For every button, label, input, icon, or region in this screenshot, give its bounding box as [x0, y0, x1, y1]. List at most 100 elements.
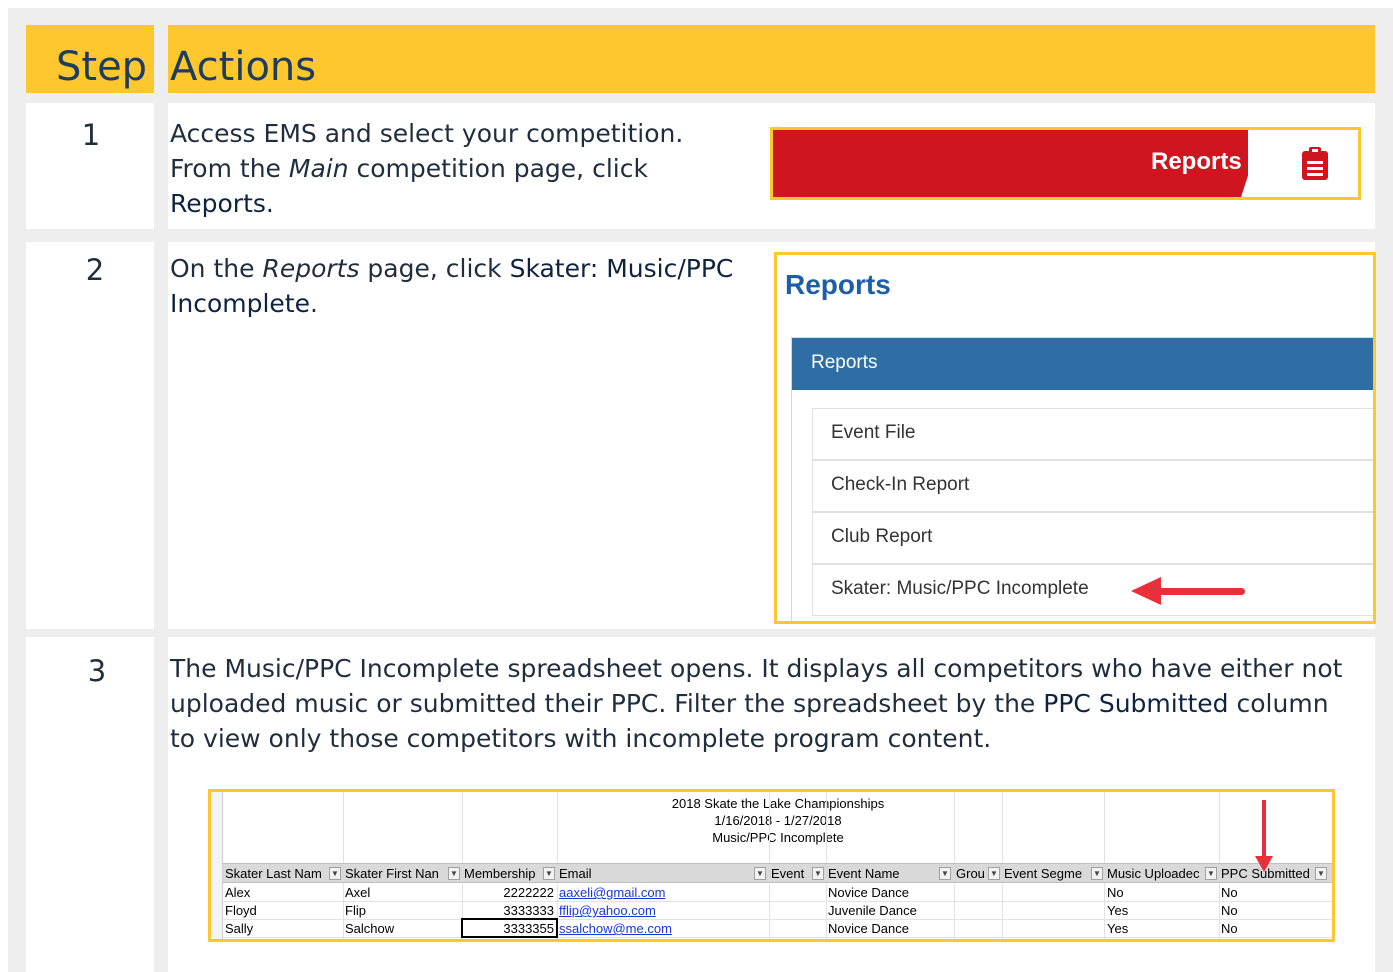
cell-event-name: Novice Dance	[828, 921, 909, 936]
row-1-italic: Main	[288, 154, 349, 183]
row-1-line-1: Access EMS and select your competition.	[170, 119, 684, 148]
cell-last-name: Floyd	[225, 903, 257, 918]
sheet-dates: 1/16/2018 - 1/27/2018	[714, 813, 842, 828]
cell-email[interactable]: ssalchow@me.com	[559, 921, 672, 936]
col-header: Music Uploadec	[1107, 866, 1200, 881]
report-link-label: Club Report	[831, 526, 933, 547]
row-2-text: On the Reports page, click Skater: Music…	[170, 251, 770, 321]
report-link-club[interactable]: Club Report	[812, 512, 1373, 564]
cell-event-name: Juvenile Dance	[828, 903, 917, 918]
row-2-bold: Skater: Music/PPC	[509, 254, 734, 283]
cell-last-name: Sally	[225, 921, 254, 936]
step-number: 1	[81, 118, 101, 152]
row-gutter	[211, 792, 223, 939]
col-header: Skater First Nan	[345, 866, 439, 881]
row-3-line-3: to view only those competitors with inco…	[170, 724, 992, 753]
col-header: Membership	[464, 866, 536, 881]
reports-page-screenshot: Reports Reports Event File Check-In Repo…	[774, 252, 1376, 624]
cell-email[interactable]: fflip@yahoo.com	[559, 903, 656, 918]
col-header: Skater Last Nam	[225, 866, 322, 881]
col-header: Event Segme	[1004, 866, 1083, 881]
cell-music-uploaded: No	[1107, 885, 1124, 900]
filter-dropdown-icon[interactable]: ▼	[329, 867, 341, 880]
report-link-check-in[interactable]: Check-In Report	[812, 460, 1373, 512]
row-3-line-2: uploaded music or submitted their PPC. F…	[170, 686, 1370, 721]
down-arrow-icon	[1262, 800, 1266, 860]
header-actions-cell: Actions	[168, 25, 1375, 93]
sheet-subtitle: Music/PPC Incomplete	[712, 830, 844, 845]
down-arrow-head-icon	[1255, 856, 1273, 872]
row-2-italic: Reports	[262, 254, 360, 283]
row-2-text-part: .	[310, 289, 318, 318]
filter-dropdown-icon[interactable]: ▼	[812, 867, 824, 880]
cell-membership: 3333333	[503, 903, 554, 918]
cell-ppc-submitted: No	[1221, 921, 1238, 936]
col-header: Email	[559, 866, 592, 881]
row-1-text: Access EMS and select your competition. …	[170, 116, 760, 221]
row-1-text-part: From the	[170, 154, 289, 183]
report-link-label: Event File	[831, 422, 916, 443]
filter-dropdown-icon[interactable]: ▼	[1205, 867, 1217, 880]
reports-panel-header-label: Reports	[811, 352, 878, 373]
row-2-line-1: On the Reports page, click Skater: Music…	[170, 251, 770, 286]
row-1-bold: Reports.	[170, 189, 274, 218]
step-number: 2	[85, 253, 105, 287]
report-link-label: Check-In Report	[831, 474, 970, 495]
cell-ppc-submitted: No	[1221, 885, 1238, 900]
cell-music-uploaded: Yes	[1107, 921, 1129, 936]
filter-dropdown-icon[interactable]: ▼	[939, 867, 951, 880]
row-2-line-2: Incomplete.	[170, 286, 770, 321]
col-header: Grou	[956, 866, 985, 881]
cell-ppc-submitted: No	[1221, 903, 1238, 918]
sheet-header-row: Skater Last Nam ▼ Skater First Nan ▼ Mem…	[223, 863, 1332, 883]
reports-panel: Reports Event File Check-In Report Club …	[791, 337, 1373, 621]
row-3-text: The Music/PPC Incomplete spreadsheet ope…	[170, 651, 1370, 756]
filter-active-icon[interactable]: ▼	[1315, 867, 1327, 880]
cell-first-name: Salchow	[345, 921, 395, 936]
table-row: Alex Axel 2222222 aaxeli@gmail.com Novic…	[223, 884, 1332, 902]
cell-email[interactable]: aaxeli@gmail.com	[559, 885, 665, 900]
reports-button-label: Reports	[1151, 148, 1242, 175]
row-1-line-3: Reports.	[170, 186, 760, 221]
table-row: Sally Salchow 3333355 ssalchow@me.com No…	[223, 920, 1332, 938]
col-header: Event Name	[828, 866, 900, 881]
report-link-skater-music-ppc[interactable]: Skater: Music/PPC Incomplete	[812, 564, 1373, 616]
clipboard-icon	[1302, 147, 1328, 180]
cell-first-name: Axel	[345, 885, 371, 900]
cell-event-name: Novice Dance	[828, 885, 909, 900]
row-2-text-part: On the	[170, 254, 263, 283]
row-1-line-2: From the Main competition page, click	[170, 151, 760, 186]
filter-dropdown-icon[interactable]: ▼	[1091, 867, 1103, 880]
row-2-step-cell	[26, 242, 154, 629]
spreadsheet-screenshot: 2018 Skate the Lake Championships 1/16/2…	[208, 789, 1335, 942]
cell-last-name: Alex	[225, 885, 251, 900]
report-link-event-file[interactable]: Event File	[812, 408, 1373, 460]
left-arrow-icon	[1131, 577, 1245, 605]
row-2-text-part: page, click	[359, 254, 510, 283]
sheet-title: 2018 Skate the Lake Championships	[671, 796, 885, 811]
selected-cell	[461, 918, 558, 938]
cell-first-name: Flip	[345, 903, 366, 918]
report-link-label: Skater: Music/PPC Incomplete	[831, 578, 1089, 599]
header-step: Step	[56, 44, 148, 90]
filter-dropdown-icon[interactable]: ▼	[988, 867, 1000, 880]
cell-music-uploaded: Yes	[1107, 903, 1129, 918]
row-1-text-part: competition page, click	[348, 154, 648, 183]
reports-panel-header: Reports	[792, 338, 1373, 390]
reports-bar-slant	[1241, 130, 1263, 197]
filter-dropdown-icon[interactable]: ▼	[754, 867, 766, 880]
row-3-text-part: column	[1228, 689, 1329, 718]
row-2-bold: Incomplete	[170, 289, 310, 318]
row-3-text-part: uploaded music or submitted their PPC. F…	[170, 689, 1044, 718]
cell-membership: 2222222	[503, 885, 554, 900]
reports-button-screenshot: Reports	[770, 127, 1361, 200]
row-3-line-1: The Music/PPC Incomplete spreadsheet ope…	[170, 654, 1343, 683]
header-step-cell: Step	[26, 25, 154, 93]
header-actions: Actions	[170, 44, 317, 90]
col-header: Event	[771, 866, 805, 881]
table-row: Floyd Flip 3333333 fflip@yahoo.com Juven…	[223, 902, 1332, 920]
row-3-bold: PPC Submitted	[1043, 689, 1229, 718]
filter-dropdown-icon[interactable]: ▼	[543, 867, 555, 880]
step-number: 3	[87, 654, 107, 688]
filter-dropdown-icon[interactable]: ▼	[448, 867, 460, 880]
